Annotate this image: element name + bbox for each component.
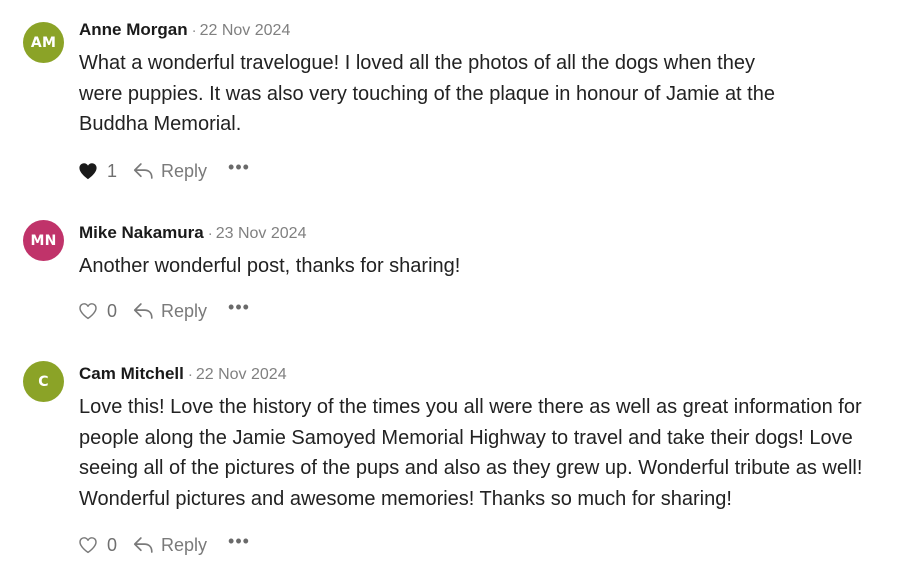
avatar[interactable]: AM bbox=[23, 22, 64, 63]
reply-arrow-icon bbox=[133, 536, 154, 554]
comment-line: Another wonderful post, thanks for shari… bbox=[79, 255, 461, 277]
more-dots-icon[interactable]: ••• bbox=[228, 158, 250, 176]
heart-outline-icon bbox=[78, 302, 98, 320]
comment-date[interactable]: 22 Nov 2024 bbox=[196, 366, 287, 383]
avatar[interactable]: MN bbox=[23, 220, 64, 261]
comment-line: seeing all of the pictures of the pups a… bbox=[79, 457, 863, 480]
meta-separator: · bbox=[207, 225, 213, 242]
comment-body: What a wonderful travelogue! I loved all… bbox=[79, 48, 899, 140]
reply-button[interactable]: Reply bbox=[133, 301, 207, 322]
meta-separator: · bbox=[191, 22, 197, 39]
comment-actions: 0 Reply ••• bbox=[78, 532, 250, 557]
like-button[interactable]: 0 bbox=[78, 301, 117, 322]
reply-arrow-icon bbox=[133, 302, 154, 320]
reply-button[interactable]: Reply bbox=[133, 161, 207, 182]
comment-meta: Anne Morgan · 22 Nov 2024 bbox=[79, 18, 290, 42]
like-count: 0 bbox=[107, 300, 118, 321]
like-button[interactable]: 1 bbox=[78, 161, 117, 182]
comment-meta: Mike Nakamura · 23 Nov 2024 bbox=[79, 221, 306, 245]
comment-line: Wonderful pictures and awesome memories!… bbox=[79, 487, 732, 510]
comment-date[interactable]: 23 Nov 2024 bbox=[216, 225, 307, 242]
heart-outline-icon bbox=[78, 536, 98, 554]
more-dots-icon[interactable]: ••• bbox=[228, 532, 250, 550]
like-count: 1 bbox=[107, 160, 118, 181]
comment-body: Love this! Love the history of the times… bbox=[79, 392, 899, 514]
like-count: 0 bbox=[107, 534, 118, 555]
comment-actions: 0 Reply ••• bbox=[78, 298, 250, 323]
comment-line: people along the Jamie Samoyed Memorial … bbox=[79, 426, 853, 449]
avatar[interactable]: C bbox=[23, 361, 64, 402]
comment-line: were puppies. It was also very touching … bbox=[79, 82, 775, 105]
heart-filled-icon bbox=[78, 162, 98, 180]
like-button[interactable]: 0 bbox=[78, 535, 117, 556]
reply-arrow-icon bbox=[133, 162, 154, 180]
author-name[interactable]: Mike Nakamura bbox=[79, 223, 204, 242]
reply-label: Reply bbox=[161, 534, 208, 555]
comment-line: Buddha Memorial. bbox=[79, 113, 242, 136]
more-dots-icon[interactable]: ••• bbox=[228, 298, 250, 316]
author-name[interactable]: Cam Mitchell bbox=[79, 364, 184, 383]
comment-line: Love this! Love the history of the times… bbox=[79, 396, 862, 418]
comment-date[interactable]: 22 Nov 2024 bbox=[200, 22, 291, 39]
reply-button[interactable]: Reply bbox=[133, 535, 207, 556]
reply-label: Reply bbox=[161, 160, 208, 181]
comment-body: Another wonderful post, thanks for shari… bbox=[79, 251, 899, 282]
author-name[interactable]: Anne Morgan bbox=[79, 20, 188, 39]
reply-label: Reply bbox=[161, 300, 208, 321]
comment-meta: Cam Mitchell · 22 Nov 2024 bbox=[79, 362, 287, 386]
comment-actions: 1 Reply ••• bbox=[78, 158, 250, 183]
meta-separator: · bbox=[187, 366, 193, 383]
comment-line: What a wonderful travelogue! I loved all… bbox=[79, 52, 755, 74]
